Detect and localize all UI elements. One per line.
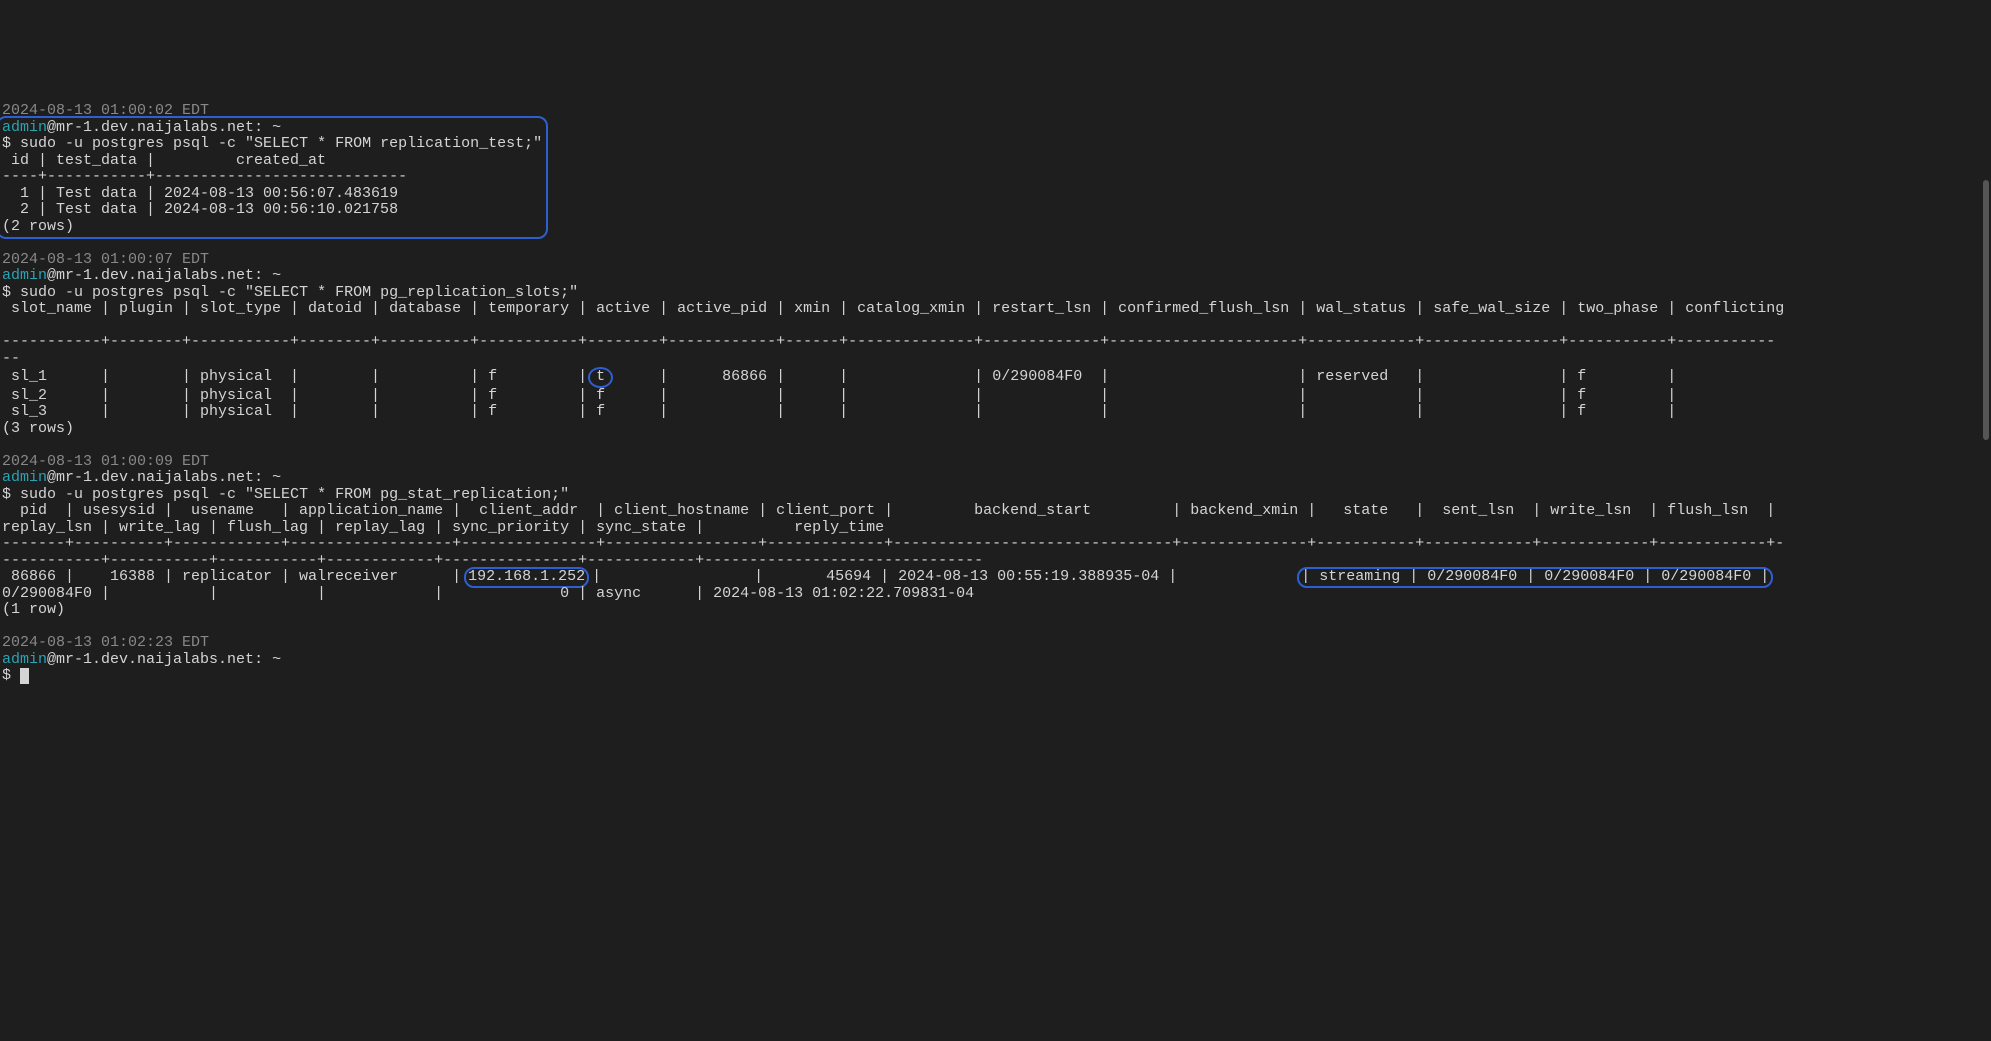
table-row: 86866 | 16388 | replicator | walreceiver… [2,568,470,585]
cursor-block [20,668,29,684]
highlight-streaming-lsn: | streaming | 0/290084F0 | 0/290084F0 | … [1297,567,1773,588]
table-sep: ----+-----------+-----------------------… [2,168,407,185]
table-header: slot_name | plugin | slot_type | datoid … [2,300,1784,317]
table-row: 1 | Test data | 2024-08-13 00:56:07.4836… [2,185,398,202]
command-text: sudo -u postgres psql -c "SELECT * FROM … [11,135,542,152]
streaming-lsn-value: | streaming | 0/290084F0 | 0/290084F0 | … [1301,568,1769,585]
prompt-user: admin [2,119,47,136]
table-row: 0/290084F0 | | | | 0 | async | 2024-08-1… [2,585,974,602]
prompt-dollar: $ [2,486,11,503]
prompt-user: admin [2,651,47,668]
table-row: | | 45694 | 2024-08-13 00:55:19.388935-0… [583,568,1303,585]
table-header: pid | usesysid | usename | application_n… [2,502,1784,519]
table-header: id | test_data | created_at [2,152,326,169]
scrollbar-vertical[interactable] [1983,180,1989,440]
table-row: sl_3 | | physical | | | f | f | | | | | … [2,403,1676,420]
prompt-host: @ [47,119,56,136]
active-t-value: t [596,368,605,385]
timestamp: 2024-08-13 01:02:23 EDT [2,634,209,651]
prompt-host: mr-1.dev.naijalabs.net [56,267,254,284]
table-row: 2 | Test data | 2024-08-13 00:56:10.0217… [2,201,398,218]
timestamp: 2024-08-13 01:00:09 EDT [2,453,209,470]
prompt-host: @ [47,267,56,284]
row-count: (2 rows) [2,218,74,235]
prompt-dollar: $ [2,284,11,301]
prompt-host: mr-1.dev.naijalabs.net [56,651,254,668]
table-sep: -----------+--------+-----------+-------… [2,333,1775,350]
table-sep: -------+----------+------------+--------… [2,535,1784,552]
table-row: sl_1 | | physical | | | f | [2,368,596,385]
terminal-area[interactable]: 2024-08-13 01:00:02 EDT admin@mr-1.dev.n… [0,83,1991,926]
command-text: sudo -u postgres psql -c "SELECT * FROM … [11,284,578,301]
table-sep: -----------+-----------+-----------+----… [2,552,983,569]
row-count: (3 rows) [2,420,74,437]
prompt-path: : ~ [254,267,281,284]
client-addr-value: 192.168.1.252 [468,568,585,585]
prompt-user: admin [2,469,47,486]
prompt-host: @ [47,469,56,486]
highlight-box-replication-test: admin@mr-1.dev.naijalabs.net: ~ $ sudo -… [0,116,548,240]
command-text: sudo -u postgres psql -c "SELECT * FROM … [11,486,569,503]
prompt-host: mr-1.dev.naijalabs.net [56,469,254,486]
prompt-path: : ~ [254,469,281,486]
table-sep: -- [2,350,20,367]
prompt-host: mr-1.dev.naijalabs.net [56,119,254,136]
prompt-dollar: $ [2,135,11,152]
prompt-path: : ~ [254,651,281,668]
prompt-path: : ~ [254,119,281,136]
timestamp: 2024-08-13 01:00:07 EDT [2,251,209,268]
table-row: | 86866 | | | 0/290084F0 | | reserved | … [605,368,1676,385]
prompt-host: @ [47,651,56,668]
row-count: (1 row) [2,601,65,618]
table-header: replay_lsn | write_lag | flush_lag | rep… [2,519,884,536]
prompt-dollar: $ [2,667,11,684]
prompt-user: admin [2,267,47,284]
table-row: sl_2 | | physical | | | f | f | | | | | … [2,387,1676,404]
